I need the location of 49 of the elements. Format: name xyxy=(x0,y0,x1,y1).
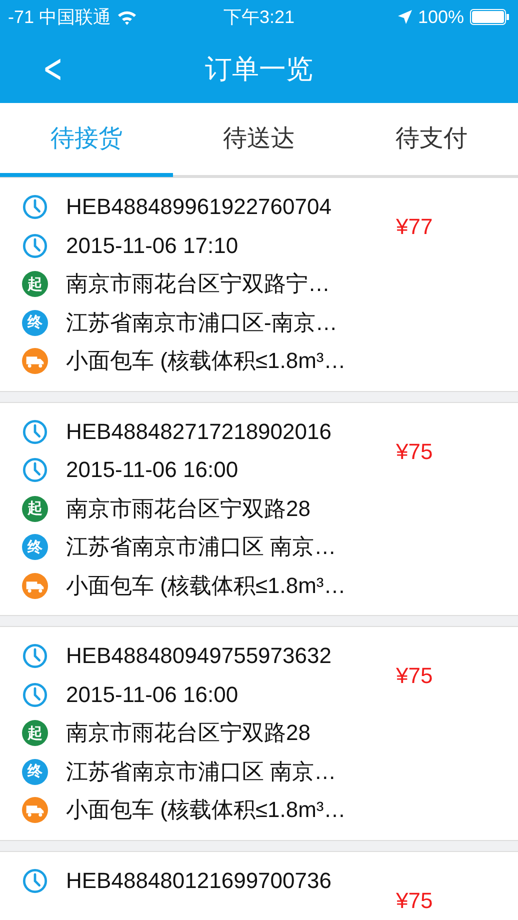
page-title: 订单一览 xyxy=(205,52,313,86)
truck-icon xyxy=(22,348,48,374)
order-time: 2015-11-06 17:10 xyxy=(66,232,238,259)
price-text: ¥75 xyxy=(396,438,433,464)
order-card[interactable]: HEB488482717218902016 2015-11-06 16:00 起 南京市雨花台区宁双路28 终 江苏省南京市浦口区 南京… 小面包车 (核载体积≤1.8m³… ¥75 xyxy=(0,402,518,616)
clock-icon xyxy=(22,232,48,259)
battery-icon xyxy=(470,9,510,25)
order-time: 2015-11-06 16:00 xyxy=(66,457,238,484)
clock-icon xyxy=(22,643,48,670)
price-text: ¥75 xyxy=(396,663,433,688)
order-number: HEB488489961922760704 xyxy=(66,194,332,220)
address-text: 南京市雨花台区宁双路28 xyxy=(66,494,310,523)
clock-time: 下午3:21 xyxy=(223,6,295,29)
address-text: 南京市雨花台区宁双路28 xyxy=(66,719,310,748)
start-badge: 起 xyxy=(22,720,48,746)
order-time: 2015-11-06 16:00 xyxy=(66,682,238,708)
end-badge: 终 xyxy=(22,758,48,785)
order-number: HEB488482717218902016 xyxy=(66,418,332,445)
price-text: ¥77 xyxy=(396,214,433,239)
address-text: 南京市雨花台区宁双路宁… xyxy=(66,270,330,298)
address-text: 江苏省南京市浦口区-南京… xyxy=(66,308,338,337)
address-text: 江苏省南京市浦口区 南京… xyxy=(66,533,336,562)
start-badge: 起 xyxy=(22,271,48,298)
order-card[interactable]: HEB488480121699700736 ¥75 xyxy=(0,850,518,920)
clock-icon xyxy=(22,457,48,484)
truck-icon xyxy=(22,572,48,599)
clock-icon xyxy=(22,682,48,708)
order-number: HEB488480949755973632 xyxy=(66,643,332,670)
order-number: HEB488480121699700736 xyxy=(66,868,332,894)
start-badge: 起 xyxy=(22,496,48,522)
location-icon xyxy=(398,10,412,24)
vehicle-type: 小面包车 (核载体积≤1.8m³… xyxy=(66,347,346,376)
vehicle-type: 小面包车 (核载体积≤1.8m³… xyxy=(66,572,346,600)
vehicle-type: 小面包车 (核载体积≤1.8m³… xyxy=(66,796,346,824)
carrier-text: -71 中国联通 xyxy=(8,6,112,29)
end-badge: 终 xyxy=(22,534,48,560)
tab[interactable]: 待送达 xyxy=(172,103,346,177)
tab[interactable]: 待支付 xyxy=(345,103,518,177)
price-text: ¥75 xyxy=(396,888,433,912)
order-card[interactable]: HEB488489961922760704 2015-11-06 17:10 起 南京市雨花台区宁双路宁… 终 江苏省南京市浦口区-南京… 小面包车 (核载体积≤1.8m³… ¥77 xyxy=(0,177,518,392)
truck-icon xyxy=(22,797,48,824)
wifi-icon xyxy=(117,9,138,25)
clock-icon xyxy=(22,194,48,220)
battery-text: 100% xyxy=(418,6,464,28)
order-card[interactable]: HEB488480949755973632 2015-11-06 16:00 起 南京市雨花台区宁双路28 终 江苏省南京市浦口区 南京… 小面包车 (核载体积≤1.8m³… ¥75 xyxy=(0,626,518,840)
address-text: 江苏省南京市浦口区 南京… xyxy=(66,758,336,786)
clock-icon xyxy=(22,418,48,445)
end-badge: 终 xyxy=(22,310,48,336)
clock-icon xyxy=(22,868,48,894)
